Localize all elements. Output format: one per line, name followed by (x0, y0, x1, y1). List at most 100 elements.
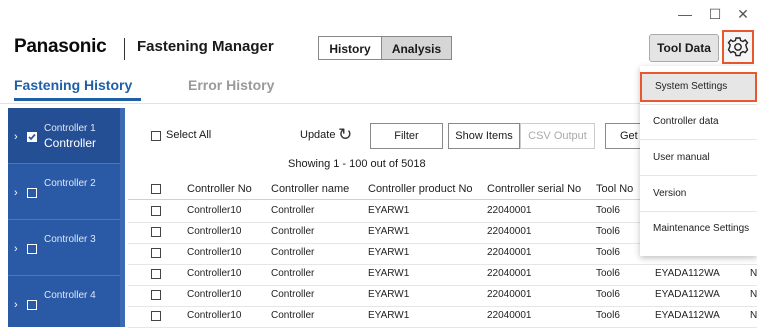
menu-item-version[interactable]: Version (640, 188, 757, 199)
cell-truncated: N (750, 268, 757, 279)
chevron-right-icon[interactable]: › (14, 131, 18, 143)
sidebar-item-label: Controller 2 (44, 178, 96, 189)
cell-product-no: EYARW1 (368, 205, 410, 216)
column-header[interactable]: Tool No (596, 183, 633, 195)
show-items-button[interactable]: Show Items (448, 123, 520, 149)
cell-serial-no: 22040001 (487, 205, 532, 216)
controller-1-checkbox[interactable] (27, 132, 37, 142)
cell-controller-no: Controller10 (187, 226, 242, 237)
table-row[interactable]: Controller10 Controller EYARW1 22040001 … (128, 264, 757, 286)
settings-button[interactable] (722, 30, 754, 64)
menu-item-maintenance-settings[interactable]: Maintenance Settings (640, 223, 757, 234)
cell-truncated: N (750, 310, 757, 321)
history-tab[interactable]: History (318, 36, 382, 60)
minimize-button[interactable]: — (675, 4, 695, 24)
cell-product-no: EYARW1 (368, 226, 410, 237)
chevron-right-icon[interactable]: › (14, 243, 18, 255)
table-row[interactable]: Controller10 Controller EYARW1 22040001 … (128, 285, 757, 307)
row-checkbox[interactable] (151, 206, 161, 216)
brand-logo: Panasonic (14, 36, 107, 57)
refresh-icon[interactable]: ↻ (338, 125, 352, 145)
chevron-right-icon[interactable]: › (14, 187, 18, 199)
cell-controller-no: Controller10 (187, 310, 242, 321)
tool-data-button[interactable]: Tool Data (649, 34, 719, 62)
cell-controller-name: Controller (271, 247, 315, 258)
controller-2-checkbox[interactable] (27, 188, 37, 198)
sidebar-item-label: Controller 3 (44, 234, 96, 245)
active-tab-indicator (14, 98, 141, 101)
cell-tool-no: Tool6 (596, 205, 620, 216)
table-row[interactable]: Controller10 Controller EYARW1 22040001 … (128, 306, 757, 328)
cell-product-no: EYARW1 (368, 268, 410, 279)
controller-sidebar: › Controller 1 Controller › Controller 2… (8, 108, 125, 327)
column-header[interactable]: Controller serial No (487, 183, 581, 195)
row-checkbox[interactable] (151, 248, 161, 258)
header-checkbox[interactable] (151, 184, 161, 194)
row-checkbox[interactable] (151, 269, 161, 279)
analysis-tab[interactable]: Analysis (382, 36, 452, 60)
cell-serial-no: 22040001 (487, 268, 532, 279)
tab-error-history[interactable]: Error History (188, 77, 274, 93)
cell-product-no: EYARW1 (368, 310, 410, 321)
cell-serial-no: 22040001 (487, 247, 532, 258)
cell-controller-no: Controller10 (187, 268, 242, 279)
column-header[interactable]: Controller product No (368, 183, 473, 195)
cell-tool-no: Tool6 (596, 226, 620, 237)
cell-product-no: EYARW1 (368, 289, 410, 300)
cell-controller-no: Controller10 (187, 289, 242, 300)
row-checkbox[interactable] (151, 290, 161, 300)
menu-item-system-settings[interactable]: System Settings (640, 72, 757, 102)
sidebar-item-controller-1[interactable]: › Controller 1 Controller (8, 108, 125, 164)
cell-tool-no: Tool6 (596, 268, 620, 279)
get-button[interactable]: Get (605, 123, 645, 149)
sidebar-item-controller-3[interactable]: › Controller 3 (8, 220, 125, 276)
cell-product-no: EYARW1 (368, 247, 410, 258)
cell-tool-product-no: EYADA112WA (655, 310, 720, 321)
cell-tool-no: Tool6 (596, 247, 620, 258)
csv-output-button[interactable]: CSV Output (520, 123, 595, 149)
header-divider (124, 38, 125, 60)
menu-item-user-manual[interactable]: User manual (640, 152, 757, 163)
cell-tool-product-no: EYADA112WA (655, 268, 720, 279)
maximize-button[interactable]: ☐ (705, 4, 725, 24)
app-title: Fastening Manager (137, 38, 274, 55)
row-checkbox[interactable] (151, 227, 161, 237)
controller-4-checkbox[interactable] (27, 300, 37, 310)
close-button[interactable]: ✕ (733, 4, 753, 24)
gear-icon (727, 37, 749, 57)
cell-serial-no: 22040001 (487, 310, 532, 321)
cell-tool-product-no: EYADA112WA (655, 289, 720, 300)
tab-fastening-history[interactable]: Fastening History (14, 77, 132, 93)
cell-controller-no: Controller10 (187, 205, 242, 216)
menu-divider (640, 139, 757, 140)
cell-serial-no: 22040001 (487, 289, 532, 300)
settings-menu: System Settings Controller data User man… (640, 66, 757, 256)
menu-divider (640, 104, 757, 105)
cell-controller-name: Controller (271, 310, 315, 321)
select-all-checkbox[interactable] (151, 131, 161, 141)
cell-controller-name: Controller (271, 226, 315, 237)
cell-controller-name: Controller (271, 289, 315, 300)
filter-button[interactable]: Filter (370, 123, 443, 149)
cell-controller-name: Controller (271, 205, 315, 216)
sidebar-scrollbar[interactable] (120, 108, 125, 327)
column-header[interactable]: Controller name (271, 183, 349, 195)
cell-controller-no: Controller10 (187, 247, 242, 258)
cell-tool-no: Tool6 (596, 310, 620, 321)
controller-3-checkbox[interactable] (27, 244, 37, 254)
cell-serial-no: 22040001 (487, 226, 532, 237)
update-label[interactable]: Update (300, 129, 335, 141)
menu-item-controller-data[interactable]: Controller data (640, 116, 757, 127)
row-checkbox[interactable] (151, 311, 161, 321)
select-all-label[interactable]: Select All (166, 129, 211, 141)
sidebar-item-label: Controller 1 (44, 123, 96, 134)
cell-tool-no: Tool6 (596, 289, 620, 300)
sidebar-item-sublabel: Controller (44, 136, 97, 150)
sidebar-item-controller-4[interactable]: › Controller 4 (8, 276, 125, 327)
cell-truncated: N (750, 289, 757, 300)
chevron-right-icon[interactable]: › (14, 299, 18, 311)
column-header[interactable]: Controller No (187, 183, 252, 195)
menu-divider (640, 211, 757, 212)
sidebar-item-controller-2[interactable]: › Controller 2 (8, 164, 125, 220)
cell-controller-name: Controller (271, 268, 315, 279)
